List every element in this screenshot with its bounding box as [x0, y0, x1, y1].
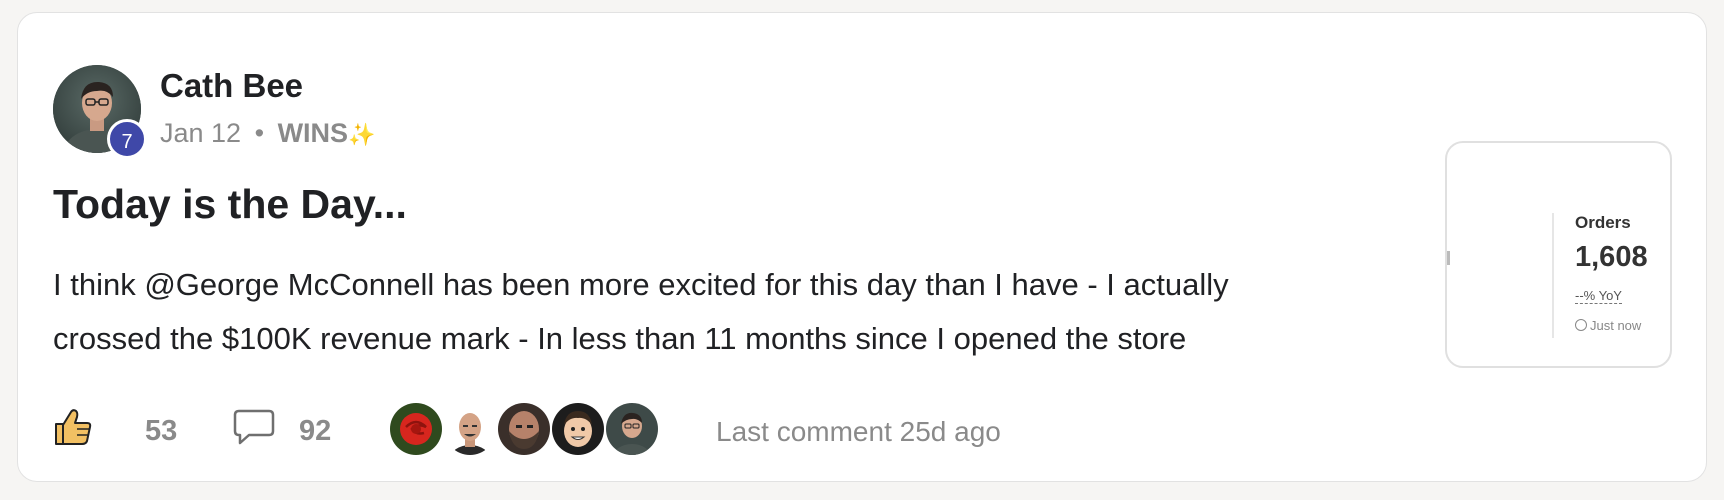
like-count[interactable]: 53 — [145, 415, 177, 448]
orders-yoy-change: --% YoY — [1575, 288, 1622, 304]
bearded-man-avatar-icon — [498, 403, 550, 455]
woman-glasses-avatar-icon — [606, 403, 658, 455]
commenter-avatar[interactable] — [496, 401, 552, 457]
thumbnail-edge-mark — [1447, 251, 1450, 265]
sparkle-icon: ✨ — [348, 122, 376, 147]
commenter-avatar[interactable] — [388, 401, 444, 457]
post-body-line: I think @George McConnell has been more … — [53, 267, 1229, 302]
last-comment-time[interactable]: Last comment 25d ago — [716, 416, 1001, 448]
commenter-avatar[interactable] — [604, 401, 660, 457]
clock-icon — [1575, 319, 1587, 331]
post-card[interactable]: 7 Cath Bee Jan 12 • WINS✨ Today is the D… — [17, 12, 1707, 482]
post-body[interactable]: I think @George McConnell has been more … — [53, 258, 1433, 366]
thumbnail-divider — [1552, 213, 1554, 338]
meta-separator: • — [254, 118, 265, 148]
post-actions: 53 92 Last comment 25d ago — [53, 401, 1253, 457]
comment-count[interactable]: 92 — [299, 415, 331, 448]
comment-button[interactable] — [233, 407, 279, 451]
author-name[interactable]: Cath Bee — [160, 67, 303, 105]
orders-label: Orders — [1575, 213, 1631, 232]
post-category[interactable]: WINS — [278, 118, 349, 148]
attachment-thumbnail[interactable]: Orders 1,608 --% YoY Just now — [1445, 141, 1672, 368]
commenter-avatar[interactable] — [550, 401, 606, 457]
post-date[interactable]: Jan 12 — [160, 118, 241, 148]
orders-updated: Just now — [1575, 318, 1641, 333]
commenter-avatar[interactable] — [442, 401, 498, 457]
bald-man-avatar-icon — [444, 403, 496, 455]
memoji-avatar-icon — [552, 403, 604, 455]
author-avatar-wrap[interactable]: 7 — [53, 65, 147, 159]
rose-avatar-icon — [390, 403, 442, 455]
post-author-row: 7 Cath Bee Jan 12 • WINS✨ — [53, 51, 653, 161]
orders-value: 1,608 — [1575, 241, 1648, 273]
post-title[interactable]: Today is the Day... — [53, 181, 407, 228]
like-button[interactable] — [53, 405, 113, 453]
comment-bubble-icon — [233, 409, 275, 445]
post-body-line: crossed the $100K revenue mark - In less… — [53, 321, 1187, 356]
thumbs-up-icon — [55, 409, 92, 445]
post-meta: Jan 12 • WINS✨ — [160, 118, 375, 149]
level-badge: 7 — [107, 119, 147, 159]
orders-updated-text: Just now — [1590, 318, 1642, 333]
